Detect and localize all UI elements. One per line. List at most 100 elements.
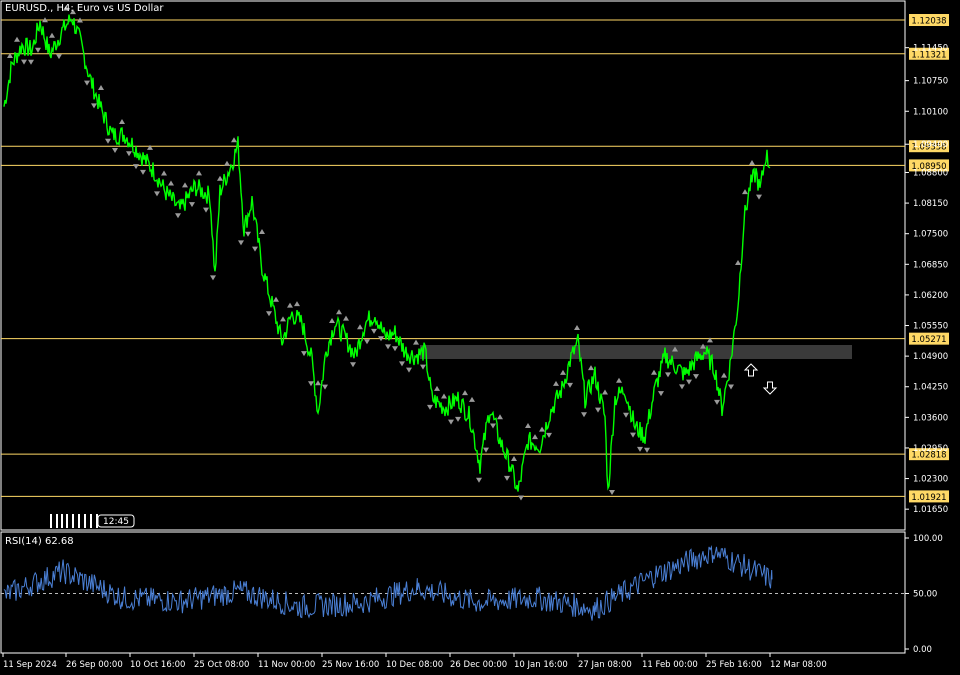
- price-tick-label: 1.10750: [913, 77, 948, 87]
- fractal-marker: [574, 324, 580, 330]
- chart-canvas[interactable]: 1.120381.113211.093581.089501.052711.028…: [0, 0, 960, 675]
- fractal-marker: [105, 138, 111, 144]
- fractal-marker: [266, 311, 272, 317]
- price-tick-label: 1.08150: [913, 199, 948, 209]
- fractal-marker: [518, 495, 524, 501]
- rsi-panel-border: [0, 531, 906, 654]
- fractal-marker: [392, 346, 398, 352]
- fractal-marker: [602, 389, 608, 395]
- fractal-marker: [756, 194, 762, 200]
- price-tick-label: 1.11450: [913, 44, 948, 54]
- fractal-marker: [462, 390, 468, 396]
- time-tick-label: 10 Jan 16:00: [514, 660, 568, 670]
- fractal-marker: [336, 309, 342, 315]
- time-tick-label: 26 Dec 00:00: [450, 660, 507, 670]
- fractal-marker: [651, 369, 657, 375]
- fractal-marker: [616, 377, 622, 383]
- price-axis-ticks: 1.11450 1.10750 1.10100 1.09400 1.08800 1.081…: [905, 44, 948, 515]
- rsi-tick-label: 50.00: [913, 590, 937, 600]
- fractal-marker: [14, 36, 20, 42]
- fractal-marker: [630, 432, 636, 438]
- fractal-marker: [728, 384, 734, 390]
- fractal-marker: [161, 170, 167, 176]
- chart-title: EURUSD., H4: Euro vs US Dollar: [5, 3, 164, 14]
- time-tick-label: 10 Dec 08:00: [386, 660, 443, 670]
- fractal-marker: [448, 419, 454, 425]
- fractal-marker: [483, 447, 489, 453]
- fractal-marker: [476, 477, 482, 483]
- fractal-marker: [182, 182, 188, 188]
- fractal-marker: [245, 231, 251, 237]
- fractal-marker: [693, 374, 699, 380]
- fractal-marker: [343, 315, 349, 321]
- down-arrow-icon[interactable]: [762, 381, 778, 395]
- chart-window[interactable]: 1.12038 1.11321 1.09358 1.08950 1.05271 1.028…: [0, 0, 960, 675]
- rsi-title: RSI(14) 62.68: [5, 536, 74, 547]
- fractal-marker: [735, 260, 741, 266]
- fractal-marker: [714, 399, 720, 405]
- fractal-marker: [112, 147, 118, 153]
- fractal-marker: [35, 47, 41, 53]
- price-tick-label: 1.02300: [913, 475, 948, 485]
- fractal-marker: [455, 416, 461, 422]
- time-tick-label: 11 Feb 00:00: [642, 660, 698, 670]
- fractal-marker: [504, 475, 510, 481]
- time-axis-labels: 11 Sep 2024 26 Sep 00:00 10 Oct 16:00 25 Oc…: [2, 653, 827, 670]
- rsi-tick-label: 0.00: [913, 645, 932, 655]
- fractal-marker: [175, 213, 181, 219]
- level-tag-label: 1.05271: [911, 335, 946, 345]
- time-tick-label: 25 Feb 16:00: [706, 660, 762, 670]
- fractal-marker: [427, 404, 433, 410]
- fractal-marker: [98, 85, 104, 91]
- fractal-marker: [126, 151, 132, 157]
- fractal-marker: [623, 412, 629, 418]
- fractal-marker: [406, 367, 412, 373]
- fractal-marker: [350, 362, 356, 368]
- fractal-marker: [21, 59, 27, 65]
- fractal-marker: [28, 59, 34, 65]
- price-tick-label: 1.02950: [913, 444, 948, 454]
- fractal-marker: [658, 391, 664, 397]
- fractal-marker: [238, 240, 244, 246]
- price-tick-label: 1.09400: [913, 140, 948, 150]
- fractal-marker: [231, 137, 237, 143]
- session-marker: [50, 514, 98, 528]
- up-arrow-icon[interactable]: [743, 363, 759, 377]
- price-tick-label: 1.10100: [913, 107, 948, 117]
- fractal-marker: [273, 296, 279, 302]
- fractal-marker: [329, 318, 335, 324]
- fractal-marker: [154, 191, 160, 197]
- fractal-marker: [686, 379, 692, 385]
- main-panel-border: [0, 0, 906, 531]
- fractal-marker: [287, 302, 293, 308]
- time-tick-label: 11 Nov 00:00: [258, 660, 315, 670]
- fractal-marker: [210, 275, 216, 281]
- resistance-zone[interactable]: [420, 345, 852, 359]
- fractal-marker: [567, 382, 573, 388]
- fractal-marker: [280, 316, 286, 322]
- fractal-markers: [7, 5, 762, 501]
- fractal-marker: [364, 339, 370, 345]
- fractal-marker: [203, 207, 209, 213]
- fractal-marker: [84, 80, 90, 86]
- fractal-marker: [49, 32, 55, 38]
- fractal-marker: [532, 434, 538, 440]
- price-tick-label: 1.08800: [913, 168, 948, 178]
- price-tick-label: 1.01650: [913, 505, 948, 515]
- level-tag-label: 1.01921: [911, 493, 946, 503]
- time-tick-label: 26 Sep 00:00: [66, 660, 123, 670]
- level-tag-label: 1.12038: [911, 17, 946, 27]
- fractal-marker: [749, 159, 755, 165]
- fractal-marker: [413, 339, 419, 345]
- rsi-tick-label: 100.00: [913, 534, 943, 544]
- price-tick-label: 1.04250: [913, 383, 948, 393]
- fractal-marker: [721, 372, 727, 378]
- fractal-marker: [420, 364, 426, 370]
- fractal-marker: [140, 169, 146, 175]
- fractal-marker: [224, 160, 230, 166]
- rsi-line: [3, 544, 773, 621]
- fractal-marker: [560, 369, 566, 375]
- fractal-marker: [665, 372, 671, 378]
- time-tick-label: 12 Mar 08:00: [770, 660, 827, 670]
- fractal-marker: [294, 301, 300, 307]
